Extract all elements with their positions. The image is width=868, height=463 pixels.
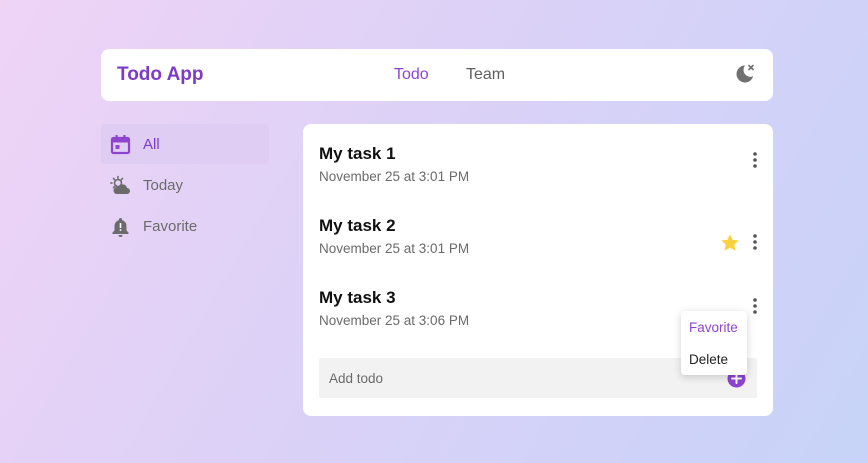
sidebar-item-label: Favorite bbox=[143, 218, 198, 235]
task-title: My task 1 bbox=[319, 144, 396, 163]
task-title: My task 2 bbox=[319, 216, 396, 235]
nav-todo[interactable]: Todo bbox=[394, 66, 429, 84]
sidebar-item-all[interactable]: All bbox=[101, 124, 269, 164]
nav-team[interactable]: Team bbox=[466, 66, 505, 84]
task-context-menu: Favorite Delete bbox=[681, 311, 747, 375]
bell-alert-icon bbox=[110, 216, 131, 237]
task-title: My task 3 bbox=[319, 288, 396, 307]
add-todo-input[interactable] bbox=[319, 358, 719, 398]
task-date: November 25 at 3:01 PM bbox=[319, 241, 470, 256]
more-vertical-icon[interactable] bbox=[749, 150, 761, 170]
menu-item-favorite[interactable]: Favorite bbox=[689, 320, 738, 335]
star-icon[interactable] bbox=[719, 232, 741, 254]
task-date: November 25 at 3:06 PM bbox=[319, 313, 470, 328]
task-item[interactable]: My task 1 November 25 at 3:01 PM bbox=[319, 144, 759, 194]
sidebar: All Today Favorite bbox=[101, 124, 269, 247]
calendar-icon bbox=[110, 134, 131, 155]
task-item[interactable]: My task 2 November 25 at 3:01 PM bbox=[319, 216, 759, 266]
sidebar-item-today[interactable]: Today bbox=[101, 165, 269, 205]
partly-cloudy-icon bbox=[110, 175, 131, 196]
more-vertical-icon[interactable] bbox=[749, 296, 761, 316]
sidebar-item-label: All bbox=[143, 136, 160, 153]
app-brand: Todo App bbox=[117, 64, 204, 85]
menu-item-delete[interactable]: Delete bbox=[689, 352, 728, 367]
moon-icon[interactable] bbox=[734, 63, 756, 85]
sidebar-item-label: Today bbox=[143, 177, 184, 194]
app-header: Todo App Todo Team bbox=[101, 49, 773, 101]
task-date: November 25 at 3:01 PM bbox=[319, 169, 470, 184]
sidebar-item-favorite[interactable]: Favorite bbox=[101, 206, 269, 246]
more-vertical-icon[interactable] bbox=[749, 232, 761, 252]
